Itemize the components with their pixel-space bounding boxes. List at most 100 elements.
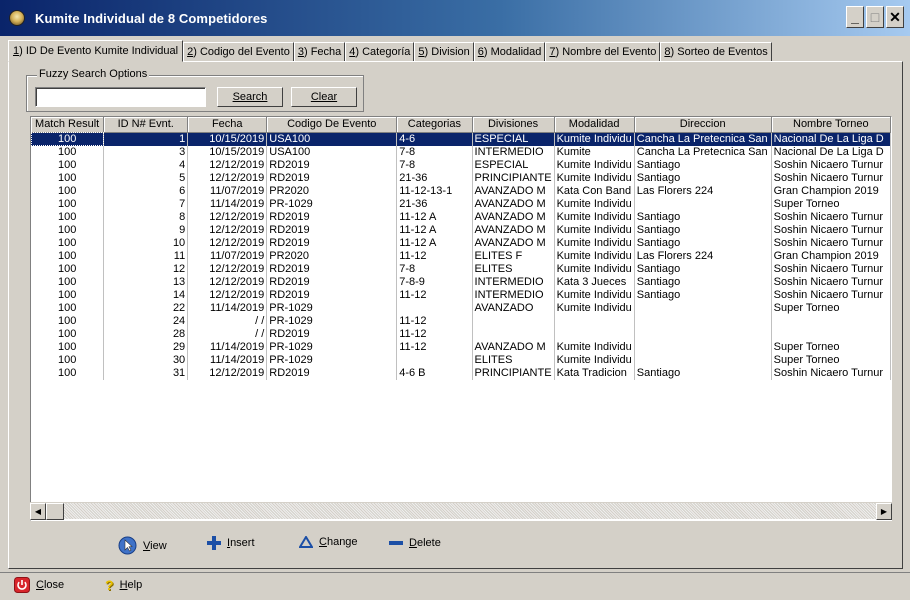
table-cell: 12 — [103, 262, 189, 276]
table-row[interactable]: 100 8 12/12/2019 RD2019 11-12 A AVANZADO M Kum… — [31, 210, 891, 224]
scroll-left-button[interactable]: ◀ — [30, 503, 46, 520]
table-cell: RD2019 — [266, 158, 398, 172]
table-row[interactable]: 100 11 11/07/2019 PR2020 11-12 ELITES F Kumite… — [31, 249, 891, 263]
view-button[interactable]: View — [118, 536, 167, 555]
scroll-right-button[interactable]: ▶ — [876, 503, 892, 520]
tab-fecha[interactable]: 3) Fecha — [293, 42, 346, 62]
table-row[interactable]: 100 1 10/15/2019 USA100 4-6 ESPECIAL Kumite In… — [31, 132, 891, 146]
clear-button[interactable]: Clear — [291, 87, 357, 107]
horizontal-scrollbar[interactable]: ◀ ▶ — [30, 502, 892, 520]
tab-codigo-evento[interactable]: 2) Codigo del Evento — [183, 42, 294, 62]
table-cell: AVANZADO M — [472, 236, 555, 250]
table-cell: 100 — [31, 366, 105, 380]
tab-strip: 1) ID De Evento Kumite Individual 2) Cod… — [8, 40, 772, 62]
table-cell: 3 — [103, 145, 189, 159]
column-header[interactable]: Codigo De Evento — [266, 117, 398, 133]
table-cell: 100 — [31, 301, 105, 315]
close-button[interactable]: ✕ — [886, 6, 904, 28]
table-cell: 1 — [103, 132, 189, 146]
column-header[interactable]: Fecha — [187, 117, 268, 133]
events-grid[interactable]: Match Result ID N# Evnt. Fecha Codigo De Ev… — [30, 116, 892, 521]
table-row[interactable]: 100 6 11/07/2019 PR2020 11-12-13-1 AVANZADO M… — [31, 184, 891, 198]
window-title: Kumite Individual de 8 Competidores — [35, 10, 268, 26]
power-icon — [14, 577, 30, 593]
table-cell: RD2019 — [266, 210, 398, 224]
close-app-button[interactable]: Close — [14, 577, 64, 593]
delete-button[interactable]: Delete — [389, 536, 441, 550]
tab-label: ) Codigo del Evento — [193, 46, 290, 58]
column-header[interactable]: ID N# Evnt. — [103, 117, 189, 133]
change-button[interactable]: Change — [299, 536, 358, 548]
table-cell: Las Florers 224 — [634, 184, 772, 198]
table-cell: Kata Con Band — [554, 184, 635, 198]
tab-id-evento[interactable]: 1) ID De Evento Kumite Individual — [8, 40, 184, 62]
tab-sorteo-eventos[interactable]: 8) Sorteo de Eventos — [660, 42, 772, 62]
column-header[interactable]: Nombre Torneo — [771, 117, 891, 133]
table-row[interactable]: 100 3 10/15/2019 USA100 7-8 INTERMEDIO Kumite C… — [31, 145, 891, 159]
table-row[interactable]: 100 12 12/12/2019 RD2019 7-8 ELITES Kumite Ind… — [31, 262, 891, 276]
table-cell — [554, 314, 635, 328]
table-row[interactable]: 100 9 12/12/2019 RD2019 11-12 A AVANZADO M Kum… — [31, 223, 891, 237]
change-label: Change — [319, 536, 358, 548]
table-row[interactable]: 100 4 12/12/2019 RD2019 7-8 ESPECIAL Kumite In… — [31, 158, 891, 172]
tab-label: ) Modalidad — [483, 46, 542, 58]
table-cell: Super Torneo — [771, 197, 891, 211]
table-cell: 13 — [103, 275, 189, 289]
table-cell: ELITES F — [472, 249, 555, 263]
table-cell: 11/07/2019 — [187, 249, 268, 263]
table-cell: Kumite Individu — [554, 249, 635, 263]
table-cell: 8 — [103, 210, 189, 224]
table-row[interactable]: 100 10 12/12/2019 RD2019 11-12 A AVANZADO M Ku… — [31, 236, 891, 250]
column-header[interactable]: Categorias — [396, 117, 473, 133]
table-cell: Soshin Nicaero Turnur — [771, 171, 891, 185]
table-cell: 24 — [103, 314, 189, 328]
table-cell: ELITES — [472, 353, 555, 367]
tab-nombre-evento[interactable]: 7) Nombre del Evento — [545, 42, 661, 62]
scroll-thumb[interactable] — [46, 503, 64, 520]
table-row[interactable]: 100 24/ / PR-1029 11-12 — [31, 314, 891, 328]
table-cell: Kumite Individu — [554, 197, 635, 211]
table-row[interactable]: 100 13 12/12/2019 RD2019 7-8-9 INTERMEDIO Kata… — [31, 275, 891, 289]
table-cell: 11-12 A — [396, 236, 473, 250]
table-cell: Super Torneo — [771, 353, 891, 367]
column-header[interactable]: Match Result — [31, 117, 105, 133]
table-cell: 12/12/2019 — [187, 262, 268, 276]
minimize-button[interactable]: _ — [846, 6, 864, 28]
tab-modalidad[interactable]: 6) Modalidad — [473, 42, 546, 62]
table-cell: Kumite Individu — [554, 132, 635, 146]
insert-label: Insert — [227, 537, 255, 549]
table-row[interactable]: 100 7 11/14/2019 PR-1029 21-36 AVANZADO M Kumi… — [31, 197, 891, 211]
column-header[interactable]: Direccion — [634, 117, 772, 133]
table-cell: 10 — [103, 236, 189, 250]
table-cell: Kumite Individu — [554, 210, 635, 224]
insert-button[interactable]: Insert — [207, 536, 255, 550]
view-label: View — [143, 539, 167, 552]
table-cell: RD2019 — [266, 327, 398, 341]
tab-categoria[interactable]: 4) Categoría — [345, 42, 415, 62]
tab-label: ) Division — [424, 46, 470, 58]
search-input[interactable] — [35, 87, 206, 107]
table-cell: PR-1029 — [266, 314, 398, 328]
table-cell: 7-8 — [396, 145, 473, 159]
table-row[interactable]: 100 30 11/14/2019 PR-1029 ELITES Kumite Indiv… — [31, 353, 891, 367]
table-cell: Soshin Nicaero Turnur — [771, 223, 891, 237]
help-button[interactable]: ? Help — [105, 577, 142, 593]
table-cell: Gran Champion 2019 — [771, 184, 891, 198]
table-cell: AVANZADO M — [472, 340, 555, 354]
maximize-button[interactable]: □ — [866, 6, 884, 28]
column-header[interactable]: Modalidad — [554, 117, 635, 133]
plus-icon — [207, 536, 221, 550]
column-header[interactable]: Divisiones — [472, 117, 555, 133]
table-row[interactable]: 100 29 11/14/2019 PR-1029 11-12 AVANZADO M Kum… — [31, 340, 891, 354]
tab-division[interactable]: 5) Division — [414, 42, 474, 62]
table-row[interactable]: 100 28/ / RD2019 11-12 — [31, 327, 891, 341]
table-row[interactable]: 100 31 12/12/2019 RD2019 4-6 B PRINCIPIANTE Ka… — [31, 366, 891, 380]
table-row[interactable]: 100 22 11/14/2019 PR-1029 AVANZADO Kumite Ind… — [31, 301, 891, 315]
table-row[interactable]: 100 14 12/12/2019 RD2019 11-12 INTERMEDIO Kumi… — [31, 288, 891, 302]
table-row[interactable]: 100 5 12/12/2019 RD2019 21-36 PRINCIPIANTE Kum… — [31, 171, 891, 185]
table-cell: 100 — [31, 249, 105, 263]
table-cell: Nacional De La Liga D — [771, 132, 891, 146]
table-cell: 11-12 — [396, 327, 473, 341]
table-cell: PRINCIPIANTE — [472, 366, 555, 380]
search-button[interactable]: Search — [217, 87, 283, 107]
